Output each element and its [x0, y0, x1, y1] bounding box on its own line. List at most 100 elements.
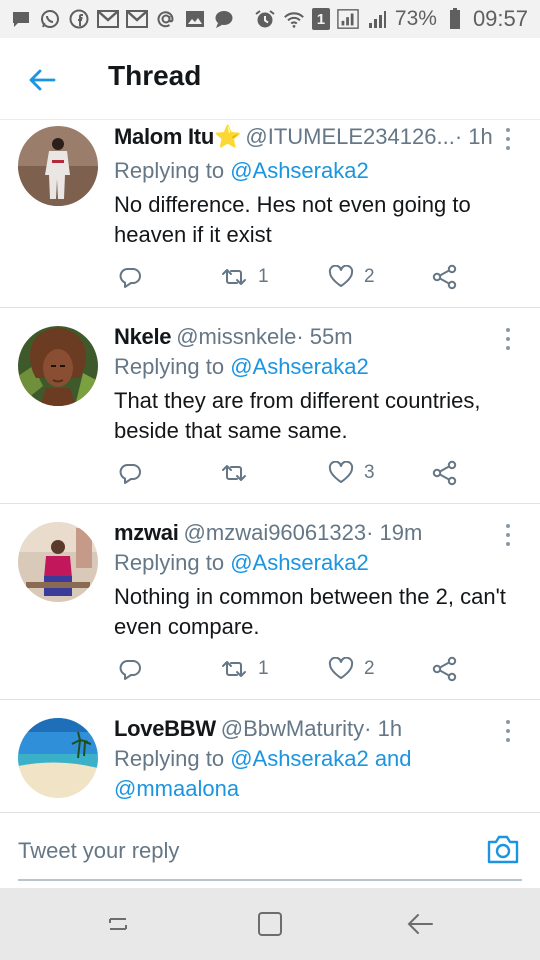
- system-status: 1 73% 09:57: [254, 6, 528, 32]
- tweet[interactable]: Malom Itu ⭐ @ITUMELE234126... · 1h Reply…: [0, 120, 540, 308]
- star-emoji: ⭐: [213, 124, 242, 149]
- avatar[interactable]: [18, 522, 98, 602]
- home-icon: [258, 912, 282, 936]
- reply-button[interactable]: [118, 260, 142, 294]
- share-button[interactable]: [432, 260, 458, 294]
- tweet-header: Nkele @missnkele · 55m: [114, 324, 494, 350]
- mention-link[interactable]: @Ashseraka2: [230, 354, 369, 379]
- page-title: Thread: [108, 60, 202, 91]
- avatar[interactable]: [18, 126, 98, 206]
- gallery-icon: [184, 8, 206, 30]
- tweet-actions: 3: [118, 456, 478, 490]
- camera-button[interactable]: [486, 833, 520, 865]
- whatsapp-icon: [39, 8, 61, 30]
- display-name[interactable]: mzwai: [114, 520, 179, 546]
- camera-icon: [487, 835, 519, 864]
- mention-link[interactable]: @Ashseraka2: [230, 158, 369, 183]
- gmail-icon: [97, 8, 119, 30]
- clock: 09:57: [472, 6, 528, 31]
- message-icon: [10, 8, 32, 30]
- share-button[interactable]: [432, 652, 458, 686]
- reply-input[interactable]: [18, 831, 478, 871]
- like-button[interactable]: 2: [328, 652, 375, 686]
- reply-button[interactable]: [118, 652, 142, 686]
- handle[interactable]: @missnkele: [176, 324, 296, 350]
- mention-link[interactable]: @Ashseraka2: [230, 550, 369, 575]
- more-options-icon[interactable]: [500, 720, 516, 742]
- handle[interactable]: @mzwai96061323: [184, 520, 367, 546]
- retweet-count: 1: [258, 658, 269, 679]
- like-count: 2: [364, 658, 375, 679]
- battery-icon: [444, 8, 466, 30]
- share-icon: [432, 656, 457, 682]
- back-nav-button[interactable]: [404, 908, 436, 940]
- like-button[interactable]: 2: [328, 260, 375, 294]
- tweet-text: No difference. Hes not even going to hea…: [114, 192, 471, 247]
- app-bar: Thread: [0, 38, 540, 120]
- tweet-text: Nothing in common between the 2, can't e…: [114, 584, 506, 639]
- retweet-icon: [222, 269, 246, 285]
- replying-to: Replying to @Ashseraka2: [114, 548, 520, 578]
- heart-icon: [328, 461, 354, 483]
- mention-link[interactable]: @Ashseraka2: [230, 746, 369, 771]
- battery-percent: 73%: [394, 7, 437, 30]
- tweet-header: LoveBBW @BbwMaturity · 1h: [114, 716, 494, 742]
- tweet[interactable]: Nkele @missnkele · 55m Replying to @Ashs…: [0, 308, 540, 504]
- timestamp: · 19m: [366, 520, 423, 545]
- heart-icon: [328, 265, 354, 287]
- signal-icon: [366, 8, 388, 30]
- retweet-button[interactable]: 1: [220, 260, 269, 294]
- replying-to: Replying to @Ashseraka2 and @mmaalona: [114, 744, 520, 804]
- mention-conjunction: and: [368, 746, 412, 771]
- retweet-count: 1: [258, 266, 269, 287]
- heart-icon: [328, 657, 354, 679]
- at-sign-icon: [155, 8, 177, 30]
- reply-button[interactable]: [118, 456, 142, 490]
- avatar[interactable]: [18, 718, 98, 798]
- handle[interactable]: @ITUMELE234126...: [245, 124, 454, 150]
- more-options-icon[interactable]: [500, 328, 516, 350]
- timestamp: · 55m: [296, 324, 353, 349]
- more-options-icon[interactable]: [500, 128, 516, 150]
- timestamp: · 1h: [454, 124, 493, 149]
- system-nav-bar: [0, 888, 540, 960]
- recent-apps-icon: [109, 918, 127, 930]
- like-count: 3: [364, 462, 375, 483]
- retweet-icon: [222, 465, 246, 481]
- tweet[interactable]: LoveBBW @BbwMaturity · 1h Replying to @A…: [0, 700, 540, 812]
- home-button[interactable]: [254, 908, 286, 940]
- tweet-text: That they are from different countries, …: [114, 388, 481, 443]
- tweet[interactable]: mzwai @mzwai96061323 · 19m Replying to @…: [0, 504, 540, 700]
- sim-badge: 1: [316, 10, 326, 28]
- timestamp: · 1h: [364, 716, 403, 741]
- replying-to-label: Replying to: [114, 746, 231, 771]
- wifi-icon: [283, 8, 305, 30]
- notification-icons: [10, 8, 235, 30]
- recent-apps-button[interactable]: [102, 908, 134, 940]
- avatar[interactable]: [18, 326, 98, 406]
- replying-to: Replying to @Ashseraka2: [114, 156, 520, 186]
- input-underline: [18, 879, 522, 881]
- reply-icon: [119, 660, 141, 680]
- display-name[interactable]: Nkele: [114, 324, 172, 350]
- like-button[interactable]: 3: [328, 456, 375, 490]
- retweet-button[interactable]: 1: [220, 652, 269, 686]
- reply-composer: [0, 812, 540, 888]
- share-button[interactable]: [432, 456, 458, 490]
- display-name[interactable]: LoveBBW: [114, 716, 216, 742]
- more-options-icon[interactable]: [500, 524, 516, 546]
- tweet-actions: 1 2: [118, 652, 478, 686]
- replying-to-label: Replying to: [114, 354, 231, 379]
- share-icon: [432, 264, 457, 290]
- facebook-icon: [68, 8, 90, 30]
- thread-list[interactable]: Malom Itu ⭐ @ITUMELE234126... · 1h Reply…: [0, 120, 540, 812]
- sim-icon: 1: [311, 8, 330, 30]
- retweet-button[interactable]: [220, 456, 258, 490]
- mention-link[interactable]: @mmaalona: [114, 776, 239, 801]
- status-bar: 1 73% 09:57: [0, 0, 540, 38]
- handle[interactable]: @BbwMaturity: [221, 716, 364, 742]
- back-button[interactable]: [24, 62, 60, 98]
- gmail-icon: [126, 8, 148, 30]
- retweet-icon: [222, 661, 246, 677]
- display-name[interactable]: Malom Itu: [114, 124, 214, 150]
